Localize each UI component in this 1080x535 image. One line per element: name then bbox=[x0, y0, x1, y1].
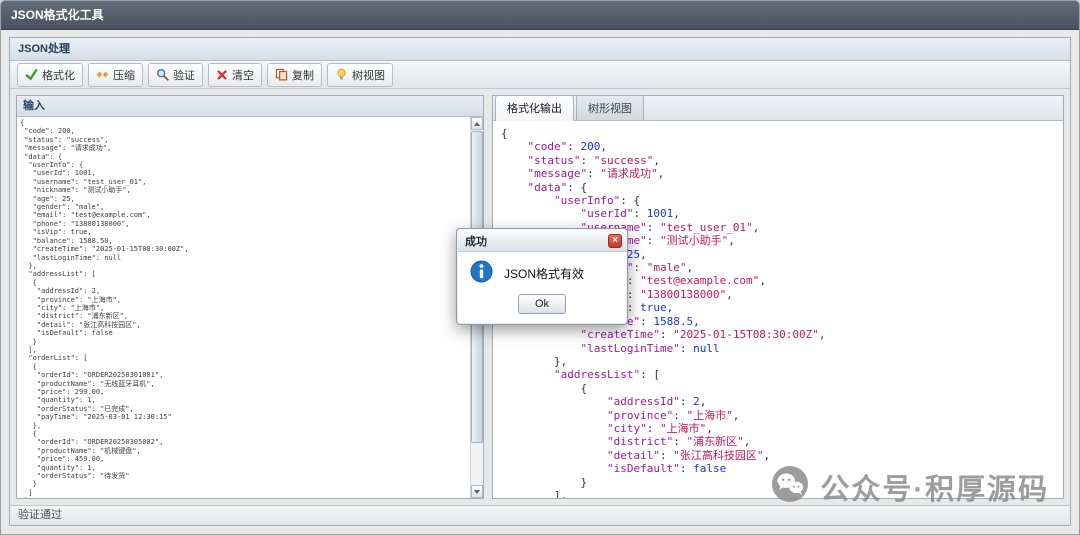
input-panel-title: 输入 bbox=[23, 100, 45, 112]
window-title: JSON格式化工具 bbox=[11, 8, 104, 22]
watermark-text: 公众号·积厚源码 bbox=[820, 466, 1049, 508]
magnifier-icon bbox=[156, 68, 169, 81]
compress-button-label: 压缩 bbox=[113, 67, 135, 83]
scroll-down-button[interactable] bbox=[471, 485, 483, 498]
copy-icon bbox=[275, 68, 288, 81]
clear-button[interactable]: 清空 bbox=[208, 63, 262, 87]
info-icon bbox=[470, 260, 493, 286]
validate-button-label: 验证 bbox=[173, 67, 195, 83]
dialog-ok-button[interactable]: Ok bbox=[518, 294, 566, 314]
copy-button[interactable]: 复制 bbox=[267, 63, 322, 87]
tab-formatted-output-label: 格式化输出 bbox=[507, 103, 562, 115]
wechat-icon bbox=[771, 465, 809, 508]
triangle-down-icon bbox=[474, 490, 480, 494]
dialog-footer: Ok bbox=[458, 290, 626, 323]
format-button-label: 格式化 bbox=[42, 67, 75, 83]
clear-x-icon bbox=[216, 69, 228, 81]
input-body: { "code": 200, "status": "success", "mes… bbox=[17, 117, 483, 498]
dialog-close-button[interactable]: × bbox=[608, 234, 622, 248]
tab-tree-view-label: 树形视图 bbox=[588, 103, 632, 115]
json-input[interactable]: { "code": 200, "status": "success", "mes… bbox=[17, 117, 470, 498]
status-text: 验证通过 bbox=[18, 509, 62, 521]
tab-tree-view[interactable]: 树形视图 bbox=[576, 95, 644, 120]
window-titlebar: JSON格式化工具 bbox=[1, 1, 1079, 30]
dialog-body: JSON格式有效 bbox=[458, 252, 626, 290]
input-panel: 输入 { "code": 200, "status": "success", "… bbox=[16, 95, 484, 499]
format-button[interactable]: 格式化 bbox=[17, 63, 83, 87]
panel-header: JSON处理 bbox=[10, 38, 1070, 61]
output-tabbar: 格式化输出 树形视图 bbox=[493, 96, 1063, 121]
dialog-title: 成功 bbox=[465, 233, 487, 249]
toolbar: 格式化 压缩 验证 清空 bbox=[10, 61, 1070, 89]
compress-icon bbox=[96, 68, 109, 81]
triangle-up-icon bbox=[474, 122, 480, 126]
status-bar: 验证通过 bbox=[10, 505, 1070, 525]
success-dialog: 成功 × JSON格式有效 Ok bbox=[456, 228, 628, 325]
compress-button[interactable]: 压缩 bbox=[88, 63, 143, 87]
scroll-up-button[interactable] bbox=[471, 117, 483, 130]
check-icon bbox=[25, 68, 38, 81]
tab-formatted-output[interactable]: 格式化输出 bbox=[495, 95, 574, 121]
input-panel-header: 输入 bbox=[17, 96, 483, 117]
copy-button-label: 复制 bbox=[292, 67, 314, 83]
treeview-button[interactable]: 树视图 bbox=[327, 63, 393, 87]
panel-title: JSON处理 bbox=[18, 43, 70, 55]
bulb-icon bbox=[335, 68, 348, 81]
clear-button-label: 清空 bbox=[232, 67, 254, 83]
treeview-button-label: 树视图 bbox=[352, 67, 385, 83]
dialog-header: 成功 × bbox=[458, 230, 626, 252]
app-window: JSON格式化工具 JSON处理 格式化 压缩 bbox=[0, 0, 1080, 535]
validate-button[interactable]: 验证 bbox=[148, 63, 203, 87]
watermark: 公众号·积厚源码 bbox=[771, 465, 1049, 508]
dialog-message: JSON格式有效 bbox=[504, 265, 584, 282]
